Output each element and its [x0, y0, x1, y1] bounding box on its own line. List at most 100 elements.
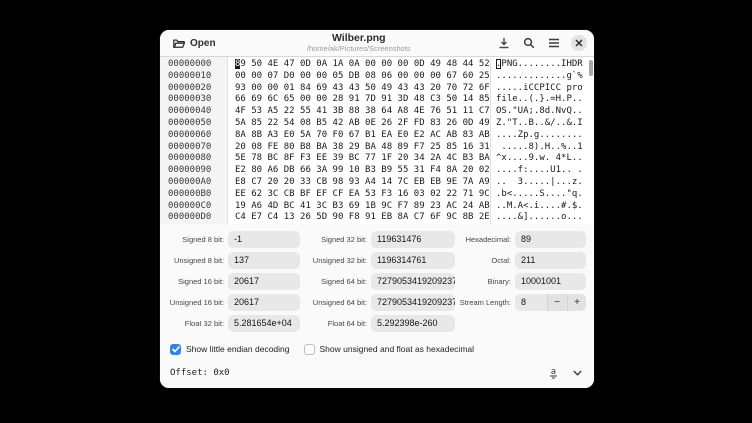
- hex-row[interactable]: C4 E7 C4 13 26 5D 90 F8 91 EB 8A C7 6F 9…: [235, 212, 490, 224]
- desktop-background: Open Wilber.png /home/ak/Pictures/Screen…: [0, 0, 752, 423]
- signed-16-bit-field[interactable]: 20617: [228, 273, 300, 290]
- binary-label: Binary:: [459, 277, 511, 286]
- status-actions: a: [546, 365, 584, 381]
- show-unsigned-and-float-as-hexadecimal-label: Show unsigned and float as hexadecimal: [320, 344, 475, 354]
- hexadecimal-label: Hexadecimal:: [459, 235, 511, 244]
- ascii-panel[interactable]: .PNG........IHDR.............g`%.....iCC…: [490, 59, 594, 224]
- offset-label: 00000040: [168, 106, 227, 118]
- menu-button[interactable]: [546, 36, 562, 50]
- ascii-row[interactable]: OS."UA;.8d.NvQ..: [496, 106, 594, 118]
- ascii-row[interactable]: ....&]......o...: [496, 212, 594, 224]
- hex-row[interactable]: 89 50 4E 47 0D 0A 1A 0A 00 00 00 0D 49 4…: [235, 59, 490, 71]
- save-icon: [498, 37, 510, 49]
- float-64-bit-field[interactable]: 5.292398e-260: [371, 315, 455, 332]
- unsigned-32-bit-label: Unsigned 32 bit:: [304, 256, 367, 265]
- offset-label: 00000020: [168, 83, 227, 95]
- ascii-row[interactable]: ....f:....U1.. .: [496, 165, 594, 177]
- close-button[interactable]: [571, 35, 587, 51]
- header-actions: [496, 35, 587, 51]
- status-bar: Offset: 0x0 a: [160, 360, 594, 388]
- vertical-scrollbar[interactable]: [589, 60, 593, 220]
- octal-label: Octal:: [459, 256, 511, 265]
- stream-length-value[interactable]: 8: [515, 294, 545, 311]
- stream-length-decrement-button[interactable]: −: [547, 294, 566, 311]
- ascii-row[interactable]: .....iCCPICC pro: [496, 83, 594, 95]
- ascii-row[interactable]: Z."T..B..&/..&.I: [496, 118, 594, 130]
- ascii-row[interactable]: .. 3.....|...z.: [496, 177, 594, 189]
- offset-label: 00000010: [168, 71, 227, 83]
- ascii-row[interactable]: ....Zp.g........: [496, 130, 594, 142]
- unsigned-64-bit-label: Unsigned 64 bit:: [304, 298, 367, 307]
- checkbox-unchecked-icon: [304, 344, 315, 355]
- open-button[interactable]: Open: [167, 35, 222, 52]
- hex-row[interactable]: 19 A6 4D BC 41 3C B3 69 1B 9C F7 89 23 A…: [235, 201, 490, 213]
- hex-row[interactable]: 8A 8B A3 E0 5A 70 F0 67 B1 EA E0 E2 AC A…: [235, 130, 490, 142]
- unsigned-64-bit-field[interactable]: 7279053419209237: [371, 294, 455, 311]
- offset-label: 00000000: [168, 59, 227, 71]
- search-button[interactable]: [521, 35, 537, 51]
- offset-label: 000000C0: [168, 201, 227, 213]
- offset-label: 00000090: [168, 165, 227, 177]
- unsigned-32-bit-field[interactable]: 1196314761: [371, 252, 455, 269]
- show-unsigned-and-float-as-hexadecimal-checkbox[interactable]: Show unsigned and float as hexadecimal: [304, 344, 475, 355]
- hex-row[interactable]: 20 08 FE 80 B8 BA 38 29 BA 48 89 F7 25 8…: [235, 142, 490, 154]
- insert-mode-button[interactable]: a: [546, 365, 561, 381]
- hex-row[interactable]: EE 62 3C CB BF EF CF EA 53 F3 16 03 02 2…: [235, 189, 490, 201]
- hex-row[interactable]: E8 C7 20 20 33 CB 98 93 A4 14 7C EB EB 9…: [235, 177, 490, 189]
- octal-field[interactable]: 211: [515, 252, 586, 269]
- ghex-window: Open Wilber.png /home/ak/Pictures/Screen…: [160, 30, 594, 388]
- open-folder-icon: [173, 38, 185, 49]
- window-subtitle: /home/ak/Pictures/Screenshots: [222, 45, 496, 53]
- hex-row[interactable]: E2 80 A6 DB 66 3A 99 10 B3 B9 55 31 F4 8…: [235, 165, 490, 177]
- offset-status: Offset: 0x0: [170, 368, 230, 378]
- signed-8-bit-label: Signed 8 bit:: [168, 235, 224, 244]
- ascii-row[interactable]: file..(.}.=H.P..: [496, 94, 594, 106]
- hex-row[interactable]: 5A 85 22 54 08 B5 42 AB 0E 26 2F FD 83 2…: [235, 118, 490, 130]
- float-64-bit-label: Float 64 bit:: [304, 319, 367, 328]
- hex-row[interactable]: 5E 78 BC 8F F3 EE 39 BC 77 1F 20 34 2A 4…: [235, 153, 490, 165]
- signed-32-bit-label: Signed 32 bit:: [304, 235, 367, 244]
- offset-label: 000000D0: [168, 212, 227, 224]
- scrollbar-thumb[interactable]: [589, 60, 593, 76]
- hex-row[interactable]: 66 69 6C 65 00 00 28 91 7D 91 3D 48 C3 5…: [235, 94, 490, 106]
- float-32-bit-label: Float 32 bit:: [168, 319, 224, 328]
- signed-64-bit-field[interactable]: 7279053419209237: [371, 273, 455, 290]
- ascii-row[interactable]: .PNG........IHDR: [496, 59, 594, 71]
- stream-length-label: Stream Length:: [459, 298, 511, 307]
- float-32-bit-field[interactable]: 5.281654e+04: [228, 315, 300, 332]
- signed-8-bit-field[interactable]: -1: [228, 231, 300, 248]
- hex-editor-view: 0000000000000010000000200000003000000040…: [160, 57, 594, 224]
- binary-field[interactable]: 10001001: [515, 273, 586, 290]
- unsigned-16-bit-field[interactable]: 20617: [228, 294, 300, 311]
- ascii-row[interactable]: .....8).H..%..1: [496, 142, 594, 154]
- hex-row[interactable]: 4F 53 A5 22 55 41 3B 88 38 64 A8 4E 76 5…: [235, 106, 490, 118]
- save-button[interactable]: [496, 35, 512, 51]
- hex-cursor: 8: [235, 59, 240, 69]
- unsigned-16-bit-label: Unsigned 16 bit:: [168, 298, 224, 307]
- ascii-row[interactable]: ..M.A<.i....#.$.: [496, 201, 594, 213]
- ascii-row[interactable]: ^x....9.w. 4*L..: [496, 153, 594, 165]
- show-little-endian-decoding-checkbox[interactable]: Show little endian decoding: [170, 344, 290, 355]
- stream-length-field[interactable]: 8−+: [515, 294, 586, 311]
- chevron-down-icon: [573, 370, 582, 376]
- insert-mode-icon: a: [548, 367, 559, 379]
- signed-32-bit-field[interactable]: 119631476: [371, 231, 455, 248]
- unsigned-8-bit-field[interactable]: 137: [228, 252, 300, 269]
- hex-row[interactable]: 93 00 00 01 84 69 43 43 50 49 43 43 20 7…: [235, 83, 490, 95]
- hamburger-menu-icon: [548, 38, 560, 48]
- ascii-row[interactable]: .............g`%: [496, 71, 594, 83]
- signed-16-bit-label: Signed 16 bit:: [168, 277, 224, 286]
- offset-label: 00000080: [168, 153, 227, 165]
- search-icon: [523, 37, 535, 49]
- hex-row[interactable]: 00 00 07 D0 00 00 05 DB 08 06 00 00 00 6…: [235, 71, 490, 83]
- ascii-cursor: .: [496, 59, 501, 69]
- hexadecimal-field[interactable]: 89: [515, 231, 586, 248]
- hex-panel[interactable]: 89 50 4E 47 0D 0A 1A 0A 00 00 00 0D 49 4…: [228, 59, 490, 224]
- stream-length-increment-button[interactable]: +: [567, 294, 586, 311]
- offset-label: 00000060: [168, 130, 227, 142]
- ascii-row[interactable]: .b<.....S...."q.: [496, 189, 594, 201]
- show-little-endian-decoding-label: Show little endian decoding: [186, 344, 290, 354]
- window-title: Wilber.png: [222, 33, 496, 45]
- geometry-menu-button[interactable]: [571, 368, 584, 378]
- offset-label: 000000A0: [168, 177, 227, 189]
